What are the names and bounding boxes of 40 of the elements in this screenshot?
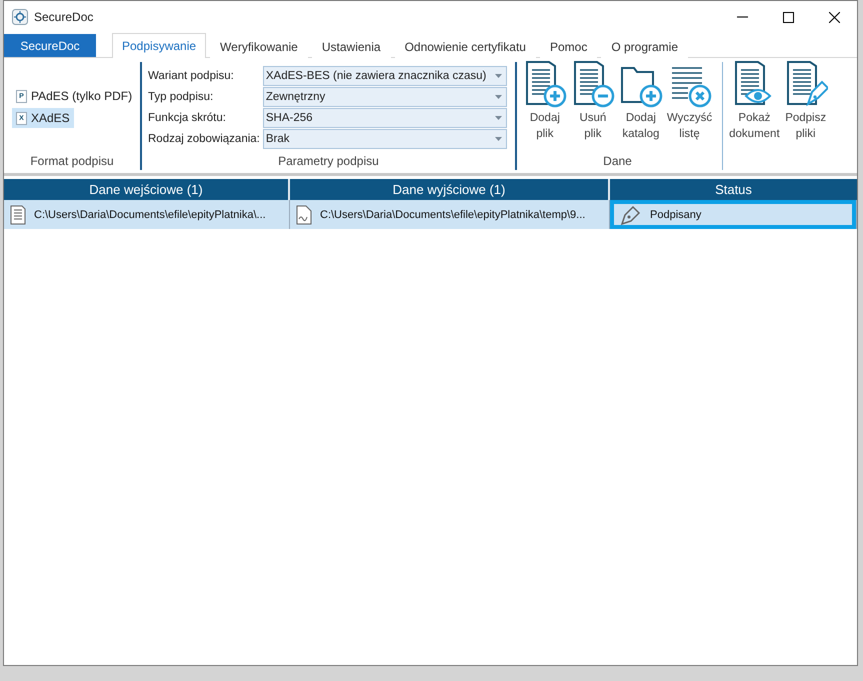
group-label: Parametry podpisu	[277, 153, 380, 170]
caret-icon	[494, 95, 502, 99]
ribbon-button[interactable]: Usuń plik	[568, 60, 617, 152]
file-menu-tab[interactable]: SecureDoc	[4, 34, 96, 57]
document-icon	[10, 204, 26, 224]
column-header[interactable]: Status	[610, 179, 857, 200]
group-label: Dane	[602, 153, 633, 170]
ribbon-button[interactable]: Wyczyść listę	[664, 60, 714, 152]
caret-icon	[494, 116, 502, 120]
ribbon-button[interactable]: Pokaż dokument	[727, 60, 782, 152]
field-label: Rodzaj zobowiązania:	[148, 132, 260, 147]
caret-icon	[494, 137, 502, 141]
dropdown-field[interactable]: XAdES-BES (nie zawiera znacznika czasu)	[262, 66, 507, 86]
maximize-icon	[782, 12, 794, 22]
ribbon-button[interactable]: Dodaj katalog	[616, 60, 665, 152]
close-icon	[828, 12, 840, 22]
app-icon	[12, 9, 28, 25]
ribbon-tab[interactable]: Podpisywanie	[112, 33, 206, 58]
table-cell: C:\Users\Daria\Documents\efile\epityPlatnika\temp\9...	[320, 208, 586, 220]
field-label: Typ podpisu:	[148, 90, 214, 105]
ribbon-button[interactable]: Podpisz pliki	[782, 60, 830, 152]
ribbon-button[interactable]: Dodaj plik	[520, 60, 569, 152]
pen-icon	[620, 204, 642, 226]
format-label: XAdES	[31, 111, 70, 125]
field-label: Wariant podpisu:	[148, 69, 235, 84]
format-label: PAdES (tylko PDF)	[31, 89, 132, 103]
window-title: SecureDoc	[34, 10, 94, 24]
minimize-icon	[736, 16, 748, 18]
dropdown-field[interactable]: Zewnętrzny	[262, 87, 507, 107]
table-cell: C:\Users\Daria\Documents\efile\epityPlatnika\...	[34, 208, 266, 220]
column-header[interactable]: Dane wejściowe (1)	[4, 179, 290, 200]
caret-icon	[494, 74, 502, 78]
table-cell: Podpisany	[650, 208, 702, 220]
field-label: Funkcja skrótu:	[148, 111, 227, 126]
signed-document-icon	[296, 204, 312, 224]
column-header[interactable]: Dane wyjściowe (1)	[290, 179, 610, 200]
table-row[interactable]: C:\Users\Daria\Documents\efile\epityPlatnika\... C:\Users\Daria\Documents\efile\epityPlatnika\temp\9... Podpisany	[4, 200, 857, 229]
group-label: Format podpisu	[29, 153, 115, 170]
dropdown-field[interactable]: Brak	[262, 129, 507, 149]
dropdown-field[interactable]: SHA-256	[262, 108, 507, 128]
